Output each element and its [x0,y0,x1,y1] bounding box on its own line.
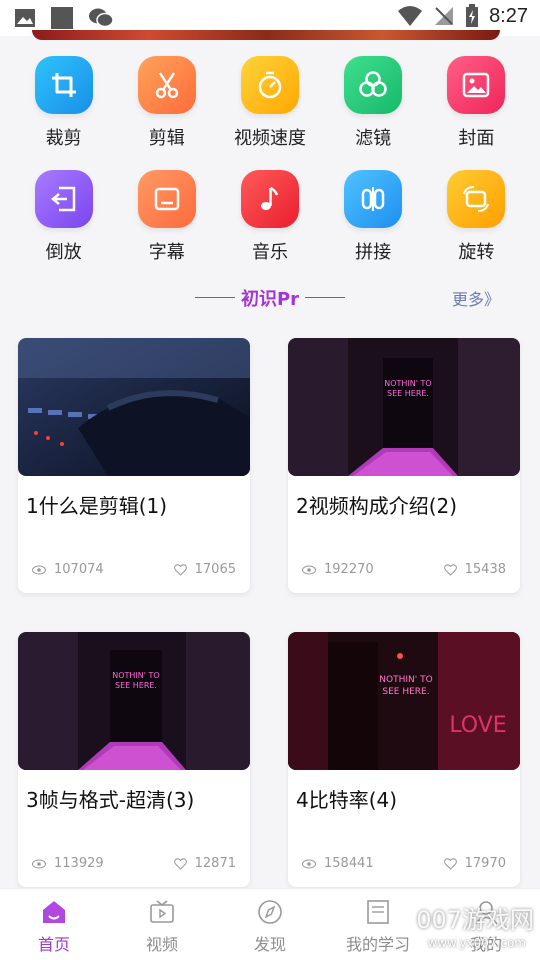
view-count: 113929 [32,856,104,871]
like-count: 17970 [443,856,506,871]
heart-icon [173,563,187,576]
view-count-value: 113929 [54,856,104,871]
svg-text:SEE HERE.: SEE HERE. [382,687,429,697]
eye-icon [302,565,316,574]
more-link[interactable]: 更多》 [452,286,500,310]
battery-icon [466,4,479,27]
view-count-value: 192270 [324,562,374,577]
video-card[interactable]: 1什么是剪辑(1) 107074 17065 [18,338,250,593]
tab-discover[interactable]: 发现 [220,889,320,960]
eye-icon [302,859,316,868]
watermark-url: www.yx007.com [427,936,526,950]
eye-icon [32,859,46,868]
tool-speed[interactable]: 视频速度 [225,56,315,170]
svg-text:NOTHIN' TO: NOTHIN' TO [112,671,159,680]
tool-cut[interactable]: 剪辑 [122,56,212,170]
svg-text:NOTHIN' TO: NOTHIN' TO [379,675,432,685]
video-title: 4比特率(4) [296,788,398,812]
home-icon [43,901,65,923]
eye-icon [32,565,46,574]
tool-subtitle[interactable]: 字幕 [122,170,212,284]
tv-icon [150,900,174,923]
tab-label: 首页 [37,935,70,954]
clock: 8:27 [489,4,528,27]
like-count-value: 15438 [464,562,506,577]
view-count: 158441 [302,856,374,871]
wifi-icon [398,6,423,26]
video-thumbnail: NOTHIN' TO SEE HERE. LOVE [288,632,520,770]
like-count-value: 17970 [464,856,506,871]
music-icon [240,170,299,228]
divider [305,297,345,298]
tool-music[interactable]: 音乐 [225,170,315,284]
tool-reverse[interactable]: 倒放 [19,170,109,284]
image-icon [447,56,506,114]
heart-icon [443,857,457,870]
tool-label: 旋转 [458,242,495,263]
video-title: 1什么是剪辑(1) [26,494,168,518]
tool-label: 字幕 [148,242,185,263]
like-count: 17065 [173,562,236,577]
no-signal-icon [435,7,454,25]
tool-rotate[interactable]: 旋转 [431,170,521,284]
tool-crop[interactable]: 裁剪 [19,56,109,170]
video-thumbnail: NOTHIN' TO SEE HERE. [18,632,250,770]
tab-label: 发现 [253,935,286,954]
tool-label: 封面 [458,128,495,149]
stopwatch-icon [240,56,299,114]
tab-home[interactable]: 首页 [4,889,104,960]
gallery-icon [15,9,35,27]
scissors-icon [137,56,196,114]
app-square-icon [51,7,73,29]
crop-icon [34,56,93,114]
svg-text:LOVE: LOVE [449,713,506,738]
heart-icon [173,857,187,870]
tab-my-learning[interactable]: 我的学习 [328,889,428,960]
tab-label: 视频 [145,935,178,954]
tool-label: 倒放 [45,242,82,263]
view-count-value: 107074 [54,562,104,577]
splice-icon [344,170,403,228]
tool-grid: 裁剪 剪辑 视频速度 滤镜 封面 倒放 字幕 音乐 拼接 旋转 [0,56,540,284]
tool-label: 剪辑 [148,128,185,149]
filter-icon [344,56,403,114]
rotate-icon [447,170,506,228]
video-title: 3帧与格式-超清(3) [26,788,195,812]
video-card[interactable]: NOTHIN' TO SEE HERE. LOVE 4比特率(4) 158441… [288,632,520,887]
video-title: 2视频构成介绍(2) [296,494,458,518]
section-header: 初识Pr 更多》 [0,282,540,312]
tool-label: 视频速度 [233,128,306,149]
reverse-icon [34,170,93,228]
tab-video[interactable]: 视频 [112,889,212,960]
view-count: 107074 [32,562,104,577]
like-count-value: 12871 [194,856,236,871]
video-thumbnail [18,338,250,476]
book-icon [367,900,389,924]
banner-carousel[interactable] [32,30,500,40]
video-card[interactable]: NOTHIN' TO SEE HERE. 3帧与格式-超清(3) 113929 … [18,632,250,887]
tool-label: 滤镜 [355,128,392,149]
tool-filter[interactable]: 滤镜 [328,56,418,170]
tool-cover[interactable]: 封面 [431,56,521,170]
watermark-logo: 007游戏网 [416,906,534,934]
like-count: 15438 [443,562,506,577]
tab-label: 我的学习 [345,935,410,954]
video-thumbnail: NOTHIN' TO SEE HERE. [288,338,520,476]
compass-icon [258,900,282,924]
tool-label: 裁剪 [45,128,82,149]
svg-text:NOTHIN' TO: NOTHIN' TO [384,379,431,388]
tool-label: 音乐 [251,242,288,263]
like-count: 12871 [173,856,236,871]
svg-text:SEE HERE.: SEE HERE. [387,389,429,398]
svg-text:SEE HERE.: SEE HERE. [115,681,157,690]
view-count: 192270 [302,562,374,577]
view-count-value: 158441 [324,856,374,871]
tool-splice[interactable]: 拼接 [328,170,418,284]
subtitle-icon [137,170,196,228]
like-count-value: 17065 [194,562,236,577]
video-card[interactable]: NOTHIN' TO SEE HERE. 2视频构成介绍(2) 192270 1… [288,338,520,593]
wechat-icon [89,8,114,28]
heart-icon [443,563,457,576]
tool-label: 拼接 [355,242,392,263]
